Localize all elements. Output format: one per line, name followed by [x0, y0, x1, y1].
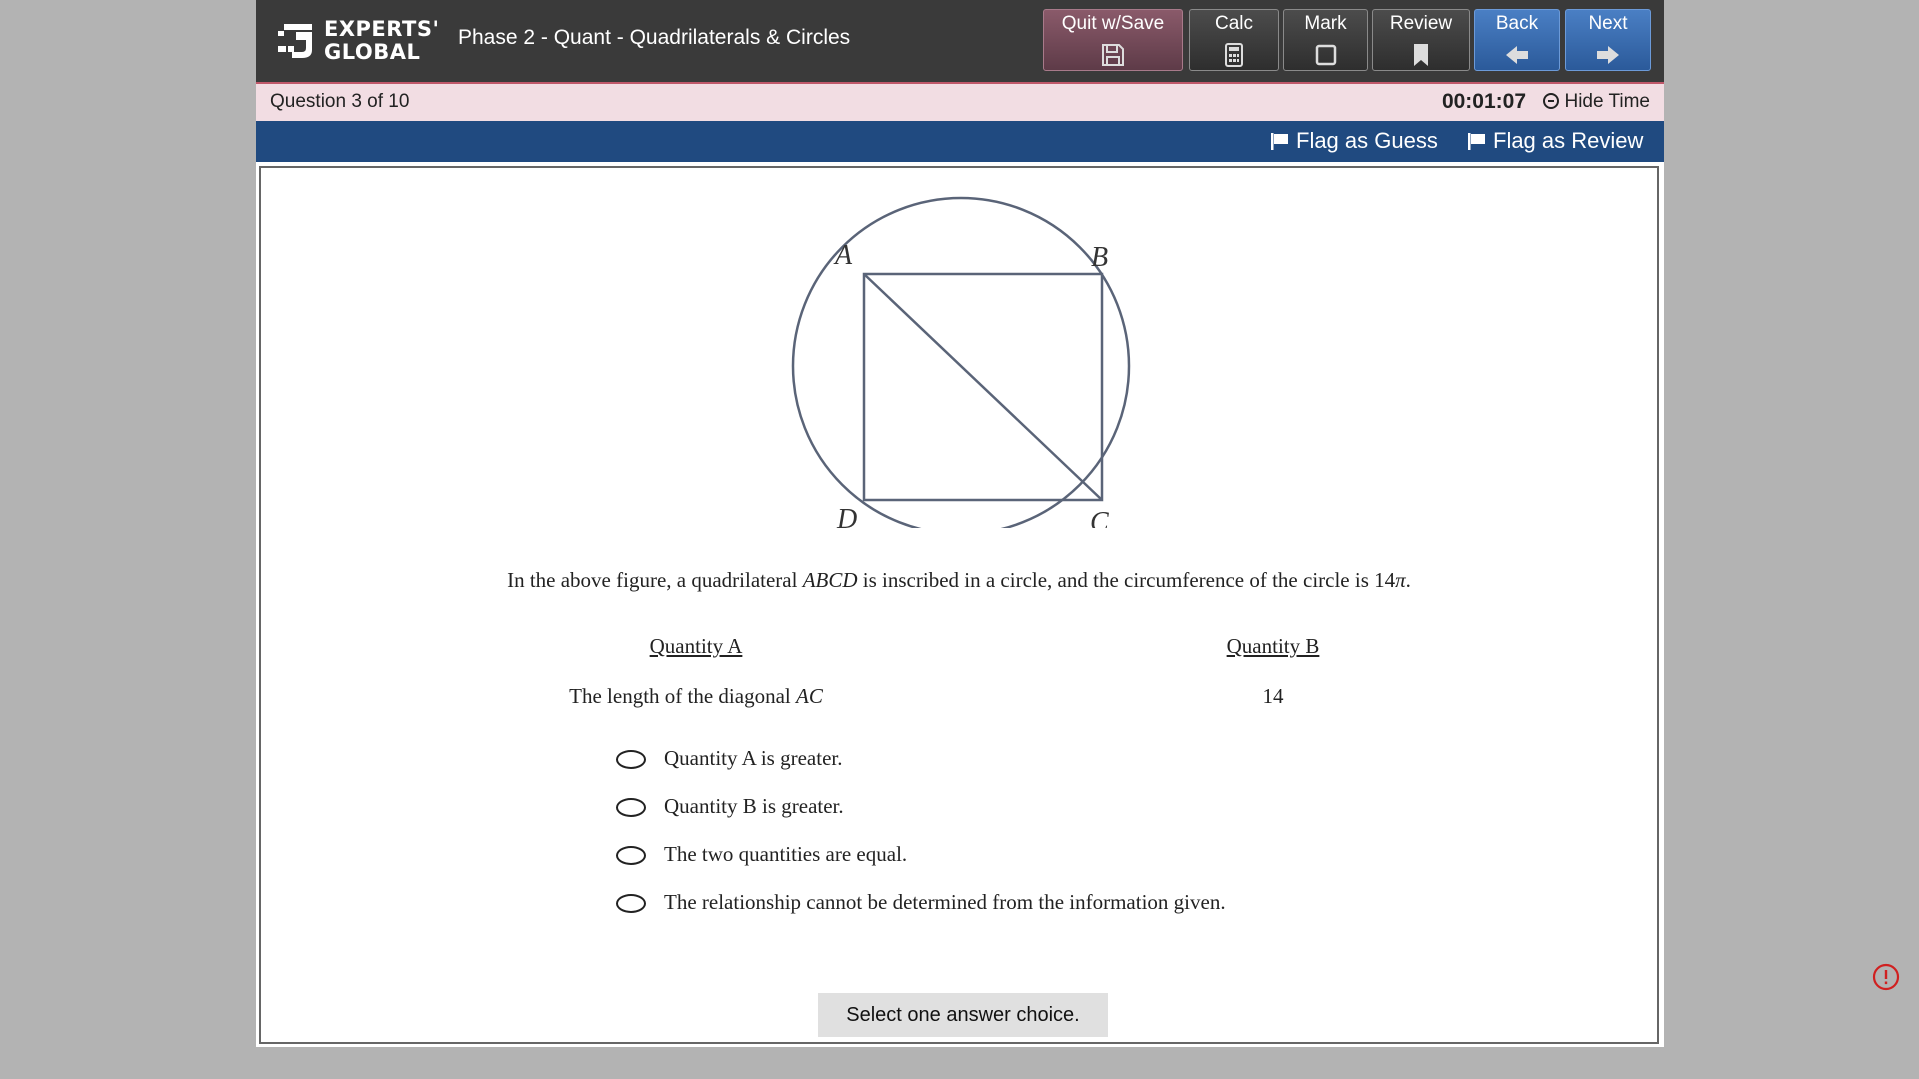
- flag-as-review-button[interactable]: Flag as Review: [1467, 128, 1643, 154]
- quit-save-button[interactable]: Quit w/Save: [1043, 9, 1183, 71]
- radio-button[interactable]: [616, 798, 646, 817]
- answer-choice-text: Quantity B is greater.: [664, 794, 844, 818]
- review-label: Review: [1389, 13, 1453, 34]
- flag-as-guess-label: Flag as Guess: [1296, 128, 1438, 153]
- flag-icon: [1271, 133, 1288, 150]
- flag-icon: [1468, 133, 1485, 150]
- quantity-b-value: 14: [1262, 684, 1284, 708]
- next-label: Next: [1588, 13, 1628, 34]
- next-button[interactable]: Next: [1565, 9, 1651, 71]
- quantity-b-header: Quantity B: [1226, 634, 1320, 658]
- top-toolbar: EXPERTS' GLOBAL Phase 2 - Quant - Quadri…: [256, 0, 1664, 84]
- question-counter: Question 3 of 10: [270, 91, 410, 112]
- instruction-hint: Select one answer choice.: [818, 993, 1108, 1037]
- hide-time-button[interactable]: Hide Time: [1543, 91, 1650, 113]
- question-stem: In the above figure, a quadrilateral ABC…: [507, 568, 1411, 592]
- radio-button[interactable]: [616, 894, 646, 913]
- vertex-label-d: D: [836, 504, 857, 528]
- back-button[interactable]: Back: [1474, 9, 1560, 71]
- minus-circle-icon: [1543, 93, 1560, 109]
- logo-line-2: GLOBAL: [324, 40, 421, 64]
- logo-line-1: EXPERTS': [324, 17, 440, 41]
- question-panel: A B C D In the above figure, a quadrilat…: [259, 166, 1659, 1044]
- status-bar: Question 3 of 10 00:01:07 Hide Time: [256, 84, 1664, 121]
- section-title: Phase 2 - Quant - Quadrilaterals & Circl…: [458, 26, 851, 49]
- experts-global-logo: EXPERTS' GLOBAL: [278, 18, 439, 64]
- answer-choice-text: Quantity A is greater.: [664, 746, 843, 770]
- calc-label: Calc: [1214, 13, 1253, 34]
- review-button[interactable]: Review: [1372, 9, 1470, 71]
- calculator-icon: [1225, 43, 1243, 67]
- bookmark-icon: [1414, 44, 1428, 66]
- inscribed-quadrilateral-figure: A B C D: [791, 196, 1131, 528]
- vertex-label-c: C: [1090, 507, 1109, 528]
- logo-mark-icon: [278, 24, 312, 58]
- quantity-a-header: Quantity A: [649, 634, 743, 658]
- mark-label: Mark: [1304, 13, 1347, 34]
- floppy-disk-icon: [1102, 44, 1124, 66]
- answer-choice-text: The two quantities are equal.: [664, 842, 908, 866]
- vertex-label-b: B: [1091, 242, 1108, 273]
- arrow-left-icon: [1506, 46, 1528, 64]
- flag-as-guess-button[interactable]: Flag as Guess: [1270, 128, 1438, 154]
- flag-as-review-label: Flag as Review: [1493, 128, 1644, 153]
- quantity-a-value: The length of the diagonal AC: [569, 684, 823, 708]
- timer: 00:01:07: [1441, 90, 1526, 113]
- vertex-label-a: A: [833, 240, 853, 271]
- flag-bar: Flag as Guess Flag as Review: [256, 121, 1664, 162]
- arrow-right-icon: [1597, 46, 1619, 64]
- mark-button[interactable]: Mark: [1283, 9, 1368, 71]
- calc-button[interactable]: Calc: [1189, 9, 1279, 71]
- hide-time-label: Hide Time: [1564, 91, 1650, 112]
- answer-choice-text: The relationship cannot be determined fr…: [664, 890, 1226, 914]
- quit-save-label: Quit w/Save: [1061, 13, 1165, 34]
- checkbox-icon: [1315, 44, 1336, 66]
- test-window: EXPERTS' GLOBAL Phase 2 - Quant - Quadri…: [256, 0, 1664, 1047]
- radio-button[interactable]: [616, 750, 646, 769]
- alert-circle-icon[interactable]: [1871, 962, 1901, 992]
- radio-button[interactable]: [616, 846, 646, 865]
- diagonal-ac: [863, 273, 1103, 501]
- back-label: Back: [1495, 13, 1539, 34]
